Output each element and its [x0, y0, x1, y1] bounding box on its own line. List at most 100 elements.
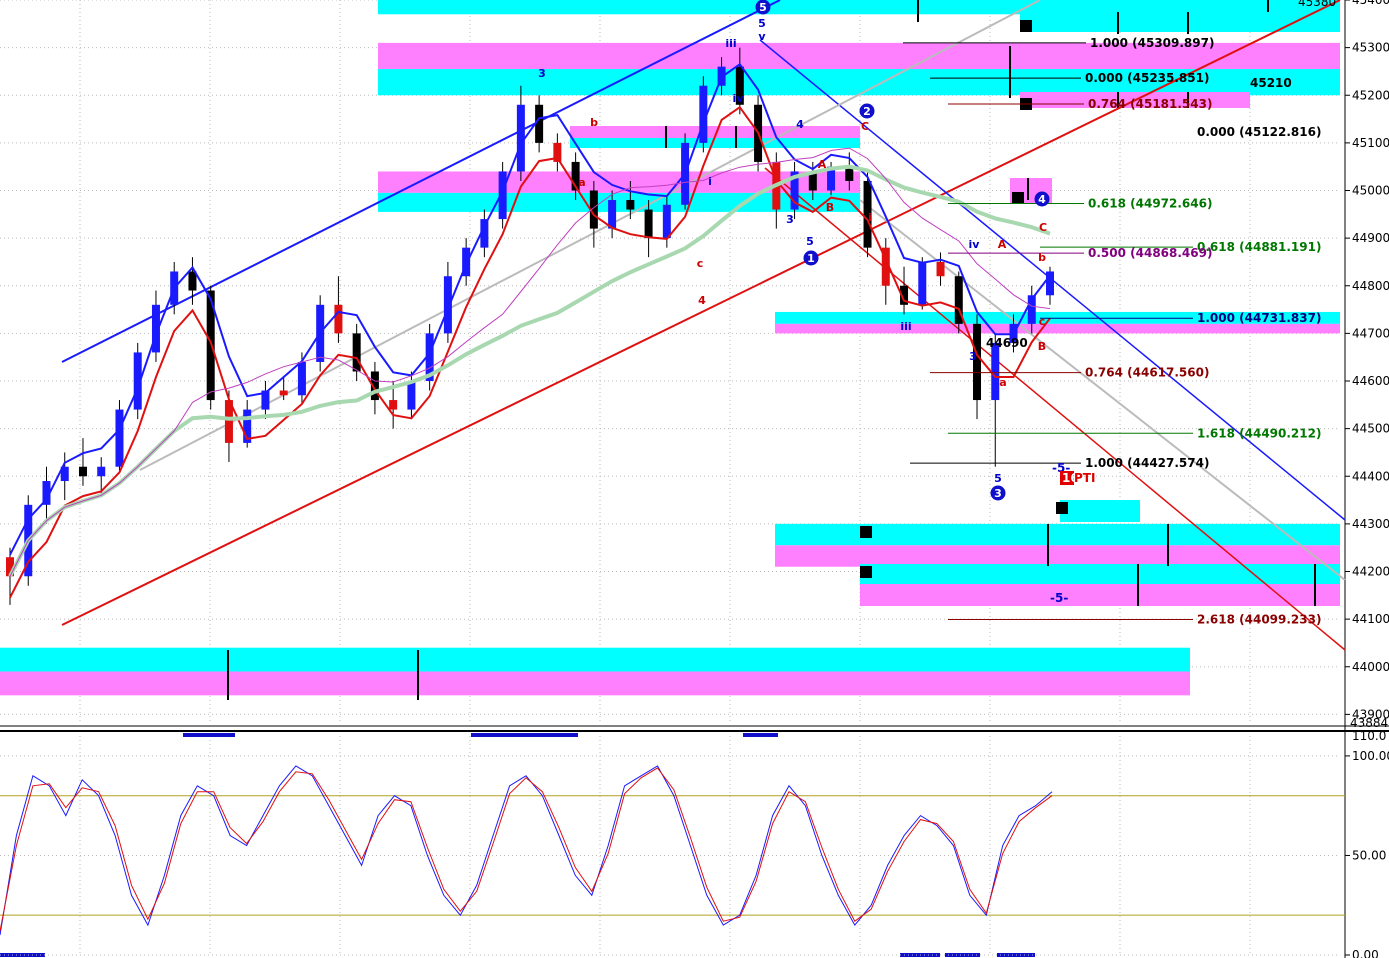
fib-label: 0.618 (44972.646) — [1088, 197, 1212, 211]
y-tick-label: 44800 — [1352, 279, 1389, 293]
wave-label: 5 — [994, 472, 1002, 485]
wave-label: B — [826, 201, 834, 214]
fib-label: 0.764 (45181.543) — [1088, 97, 1212, 111]
chart-svg: 45400 45300 45200 45100 45000 44900 44800 44700… — [0, 0, 1389, 958]
annotation-label: 45210 — [1250, 76, 1292, 90]
wave-label: a — [578, 176, 585, 189]
fib-label: 1.000 (44427.574) — [1085, 456, 1209, 470]
wave-label: C — [861, 120, 869, 133]
wave-label: iii — [900, 320, 911, 333]
wave-circle-label: 5 — [759, 1, 767, 14]
y-tick-label: 44000 — [1352, 660, 1389, 674]
y-tick-label: 44200 — [1352, 565, 1389, 579]
wave-circle-label: 2 — [863, 105, 871, 118]
wave-label: a — [999, 376, 1006, 389]
wave-label: c — [697, 257, 704, 270]
zone — [570, 138, 860, 148]
wave-circle-label: 3 — [994, 487, 1002, 500]
y-edge-label: 45380 — [1298, 0, 1336, 9]
zone — [775, 323, 1340, 334]
zone-block — [860, 566, 872, 578]
candle-body — [97, 466, 106, 477]
wave-label: 4 — [796, 118, 804, 131]
annotation-label: PTI — [1074, 471, 1095, 485]
zone — [860, 564, 1340, 584]
candle-body — [188, 271, 197, 291]
zone — [378, 192, 860, 212]
osc-y-tick-label: 50.00 — [1352, 848, 1386, 862]
wave-label: i — [708, 175, 712, 188]
wave-label: iv — [733, 92, 745, 105]
osc-y-tick-label: 0.00 — [1352, 948, 1379, 958]
y-tick-label: 44600 — [1352, 374, 1389, 388]
osc-y-edge-label: 110.0 — [1352, 729, 1386, 743]
osc-y-tick-label: 100.00 — [1352, 749, 1389, 763]
time-bar — [0, 953, 45, 957]
wave-label: 4 — [698, 294, 706, 307]
y-tick-label: 44100 — [1352, 612, 1389, 626]
candle-body — [279, 390, 288, 396]
candle-body — [626, 200, 635, 210]
annotation-label: -5- — [1050, 591, 1068, 605]
candle-body — [389, 400, 398, 410]
wave-label: A — [818, 158, 827, 171]
wave-label: 3 — [969, 350, 977, 363]
fib-label: 1.000 (44731.837) — [1197, 311, 1321, 325]
zone-block — [1012, 192, 1024, 204]
y-tick-label: 45200 — [1352, 88, 1389, 102]
time-bar — [743, 733, 778, 737]
annotation-label: 44690 — [986, 336, 1028, 350]
candle-body — [352, 333, 361, 372]
wave-label: i — [868, 211, 872, 224]
y-tick-label: 44400 — [1352, 469, 1389, 483]
zone — [1060, 500, 1140, 522]
wave-label: b — [590, 116, 598, 129]
candle-body — [297, 361, 306, 396]
fib-label: 1.618 (44490.212) — [1197, 426, 1321, 440]
chart-window: 45400 45300 45200 45100 45000 44900 44800 44700… — [0, 0, 1389, 958]
wave-circle-label: 1 — [807, 252, 815, 265]
zone-block — [860, 526, 872, 538]
y-tick-label: 45400 — [1352, 0, 1389, 7]
wave-circle-label: 4 — [1038, 193, 1046, 206]
zone — [775, 545, 1340, 567]
time-bar — [183, 733, 235, 737]
candle-body — [936, 261, 945, 277]
zone — [775, 523, 1340, 546]
candle-body — [662, 204, 671, 239]
candle-body — [334, 304, 343, 334]
y-tick-label: 45300 — [1352, 41, 1389, 55]
wave-label: 3 — [538, 67, 546, 80]
fib-label: 0.500 (44868.469) — [1088, 246, 1212, 260]
zone — [378, 0, 1340, 15]
candle-body — [407, 381, 416, 410]
y-tick-label: 45000 — [1352, 184, 1389, 198]
fib-label: 2.618 (44099.233) — [1197, 612, 1321, 626]
wave-label: C — [1039, 221, 1047, 234]
wave-label: A — [998, 238, 1007, 251]
wave-label: iv — [969, 238, 981, 251]
wave-label: 5 — [806, 235, 814, 248]
candle-body — [115, 409, 124, 467]
fib-label: 1.000 (45309.897) — [1090, 36, 1214, 50]
fib-label: 0.618 (44881.191) — [1197, 240, 1321, 254]
y-tick-label: 44700 — [1352, 326, 1389, 340]
wave-label: c — [1039, 315, 1046, 328]
fib-label: 0.000 (45235.851) — [1085, 71, 1209, 85]
wave-label: v — [758, 30, 766, 43]
candle-body — [991, 342, 1000, 401]
y-edge-label: 43884 — [1350, 716, 1388, 730]
wave-label: B — [1038, 340, 1046, 353]
fib-label: 0.764 (44617.560) — [1085, 366, 1209, 380]
time-bar — [471, 733, 578, 737]
y-tick-label: 45100 — [1352, 136, 1389, 150]
candle-body — [918, 261, 927, 305]
zone — [0, 671, 1190, 696]
candle-body — [78, 466, 87, 477]
candle-body — [608, 200, 617, 229]
wave-label: iii — [725, 37, 736, 50]
y-tick-label: 44500 — [1352, 422, 1389, 436]
zone — [0, 647, 1190, 672]
y-tick-label: 44900 — [1352, 231, 1389, 245]
zone-block — [1020, 20, 1032, 32]
